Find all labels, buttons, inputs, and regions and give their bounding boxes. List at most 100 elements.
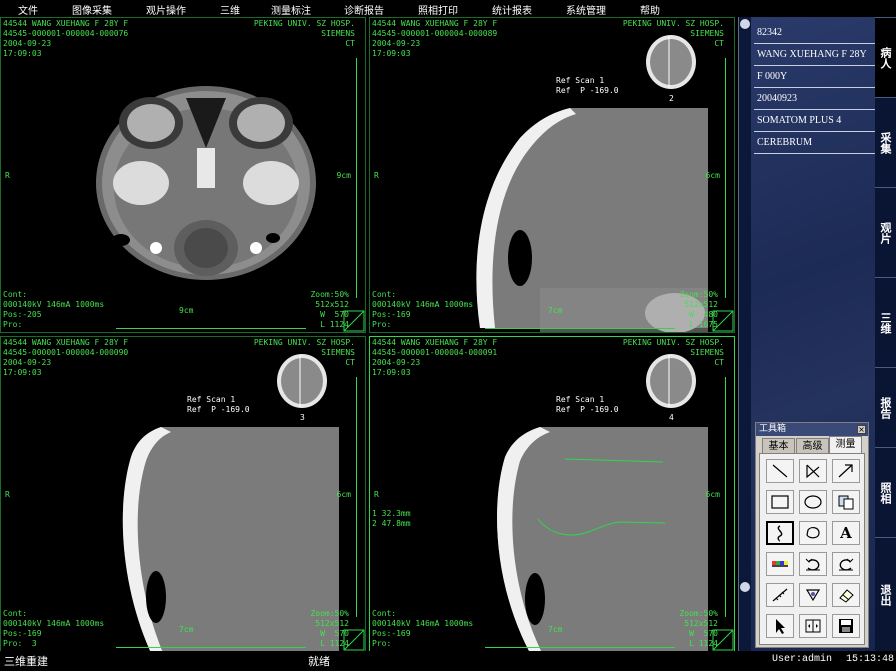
- menu-item[interactable]: 观片操作: [146, 2, 186, 17]
- resize-corner-icon[interactable]: [343, 629, 365, 651]
- footer-left-line: Pos:-169: [3, 629, 42, 638]
- copy-region-button[interactable]: [832, 490, 860, 514]
- header-left-line: 2004-09-23: [372, 358, 421, 367]
- menu-item[interactable]: 三维: [220, 2, 240, 17]
- status-time: 15:13:48: [846, 654, 895, 665]
- footer-left-line: Pos:-205: [3, 310, 42, 319]
- side-tab[interactable]: 采集: [875, 97, 896, 188]
- resize-corner-icon[interactable]: [712, 629, 734, 651]
- shape-tool-button[interactable]: [799, 583, 827, 607]
- status-center: 就绪: [308, 655, 330, 668]
- thumbnail-number: 3: [300, 413, 305, 422]
- side-tab[interactable]: 报告: [875, 367, 896, 448]
- side-scale-label: 9cm: [336, 171, 351, 180]
- text-tool-button[interactable]: A: [832, 521, 860, 545]
- freehand-region-button[interactable]: [799, 521, 827, 545]
- footer-left-line: Pro:: [372, 320, 392, 329]
- angle-tool-button[interactable]: [799, 459, 827, 483]
- reference-thumbnail: [646, 354, 696, 408]
- footer-left-line: Cont:: [372, 609, 397, 618]
- ellipse-tool-icon: [804, 495, 822, 509]
- resize-corner-icon[interactable]: [712, 310, 734, 332]
- patient-field: CEREBRUM: [754, 133, 875, 154]
- header-left-line: 44544 WANG XUEHANG F 28Y F: [372, 19, 498, 28]
- viewport-3[interactable]: 44544 WANG XUEHANG F 28Y F 44545-000001-0…: [0, 336, 366, 652]
- toolbox-window: 工具箱 × 基本 高级 测量 A: [755, 422, 869, 648]
- side-tab[interactable]: 三维: [875, 277, 896, 368]
- resize-corner-icon[interactable]: [343, 310, 365, 332]
- save-icon: [839, 619, 853, 633]
- toolbox-tab[interactable]: 高级: [796, 438, 829, 453]
- orientation-label: R: [5, 171, 10, 180]
- patient-field: WANG XUEHANG F 28Y: [754, 45, 875, 66]
- redo-button[interactable]: [832, 552, 860, 576]
- patient-field: SOMATOM PLUS 4: [754, 111, 875, 132]
- orientation-label: R: [374, 171, 379, 180]
- toolbox-tab[interactable]: 测量: [829, 436, 862, 453]
- footer-right-line: 512x512: [315, 619, 349, 628]
- scroll-down-icon[interactable]: [740, 582, 750, 592]
- menu-item[interactable]: 系统管理: [566, 2, 606, 17]
- patient-field: 82342: [754, 23, 875, 44]
- curve-tool-icon: [777, 525, 783, 542]
- line-tool-button[interactable]: [766, 459, 794, 483]
- side-tab[interactable]: 照相: [875, 447, 896, 538]
- ruler-icon: [772, 588, 788, 602]
- save-button[interactable]: [832, 614, 860, 638]
- footer-right-line: 512x512: [315, 300, 349, 309]
- reference-info: Ref Scan 1 Ref P -169.0: [187, 395, 250, 414]
- ruler-button[interactable]: [766, 583, 794, 607]
- side-tab[interactable]: 退出: [875, 537, 896, 652]
- freehand-region-icon: [806, 527, 820, 539]
- menu-item[interactable]: 照相打印: [418, 2, 458, 17]
- pointer-icon: [776, 619, 785, 634]
- side-tab[interactable]: 病人: [875, 17, 896, 98]
- menu-item[interactable]: 文件: [18, 2, 38, 17]
- undo-button[interactable]: [799, 552, 827, 576]
- footer-left-line: 000140kV 146mA 1000ms: [372, 300, 474, 309]
- header-left-line: 44544 WANG XUEHANG F 28Y F: [3, 338, 129, 347]
- side-tab[interactable]: 观片: [875, 187, 896, 278]
- text-tool-icon: A: [840, 524, 852, 542]
- viewport-4[interactable]: 44544 WANG XUEHANG F 28Y F 44545-000001-0…: [369, 336, 735, 652]
- arrow-tool-button[interactable]: [832, 459, 860, 483]
- curve-tool-button[interactable]: [766, 521, 794, 545]
- footer-left-line: Pos:-169: [372, 629, 411, 638]
- viewport-1[interactable]: 44544 WANG XUEHANG F 28Y F 44545-000001-0…: [0, 17, 366, 333]
- scroll-up-icon[interactable]: [740, 19, 750, 29]
- color-palette-button[interactable]: [766, 552, 794, 576]
- menu-item[interactable]: 诊断报告: [344, 2, 384, 17]
- scale-bar: [116, 641, 306, 648]
- eraser-icon: [839, 589, 854, 603]
- pointer-button[interactable]: [766, 614, 794, 638]
- header-left-line: 44544 WANG XUEHANG F 28Y F: [372, 338, 498, 347]
- reference-info: Ref Scan 1 Ref P -169.0: [556, 76, 619, 95]
- orientation-label: R: [5, 490, 10, 499]
- menu-item[interactable]: 帮助: [640, 2, 660, 17]
- footer-left-line: Cont:: [372, 290, 397, 299]
- viewport-2[interactable]: 44544 WANG XUEHANG F 28Y F 44545-000001-0…: [369, 17, 735, 333]
- menu-item[interactable]: 统计报表: [492, 2, 532, 17]
- pan-split-button[interactable]: [799, 614, 827, 638]
- ellipse-tool-button[interactable]: [799, 490, 827, 514]
- side-tab-column: 病人 采集 观片 三维 报告 照相 退出: [875, 17, 896, 651]
- line-tool-icon: [772, 464, 788, 478]
- shape-tool-icon: [805, 589, 821, 602]
- menu-item[interactable]: 图像采集: [72, 2, 112, 17]
- footer-right-line: 512x512: [684, 300, 718, 309]
- toolbox-tab[interactable]: 基本: [762, 438, 795, 453]
- header-right-line: PEKING UNIV. SZ HOSP.: [622, 338, 724, 347]
- footer-right-line: Zoom:50%: [679, 609, 718, 618]
- orientation-label: R: [374, 490, 379, 499]
- footer-left-line: Cont:: [3, 290, 28, 299]
- footer-left-line: Pro:: [3, 320, 23, 329]
- scale-label: 7cm: [548, 306, 563, 315]
- close-icon[interactable]: ×: [857, 425, 866, 434]
- eraser-button[interactable]: [832, 583, 860, 607]
- footer-left-line: Pro: 3: [3, 639, 37, 648]
- viewer-scrollbar[interactable]: [738, 17, 752, 651]
- header-right-line: CT: [345, 39, 355, 48]
- footer-left-line: 000140kV 146mA 1000ms: [3, 619, 105, 628]
- menu-item[interactable]: 测量标注: [271, 2, 311, 17]
- rectangle-tool-button[interactable]: [766, 490, 794, 514]
